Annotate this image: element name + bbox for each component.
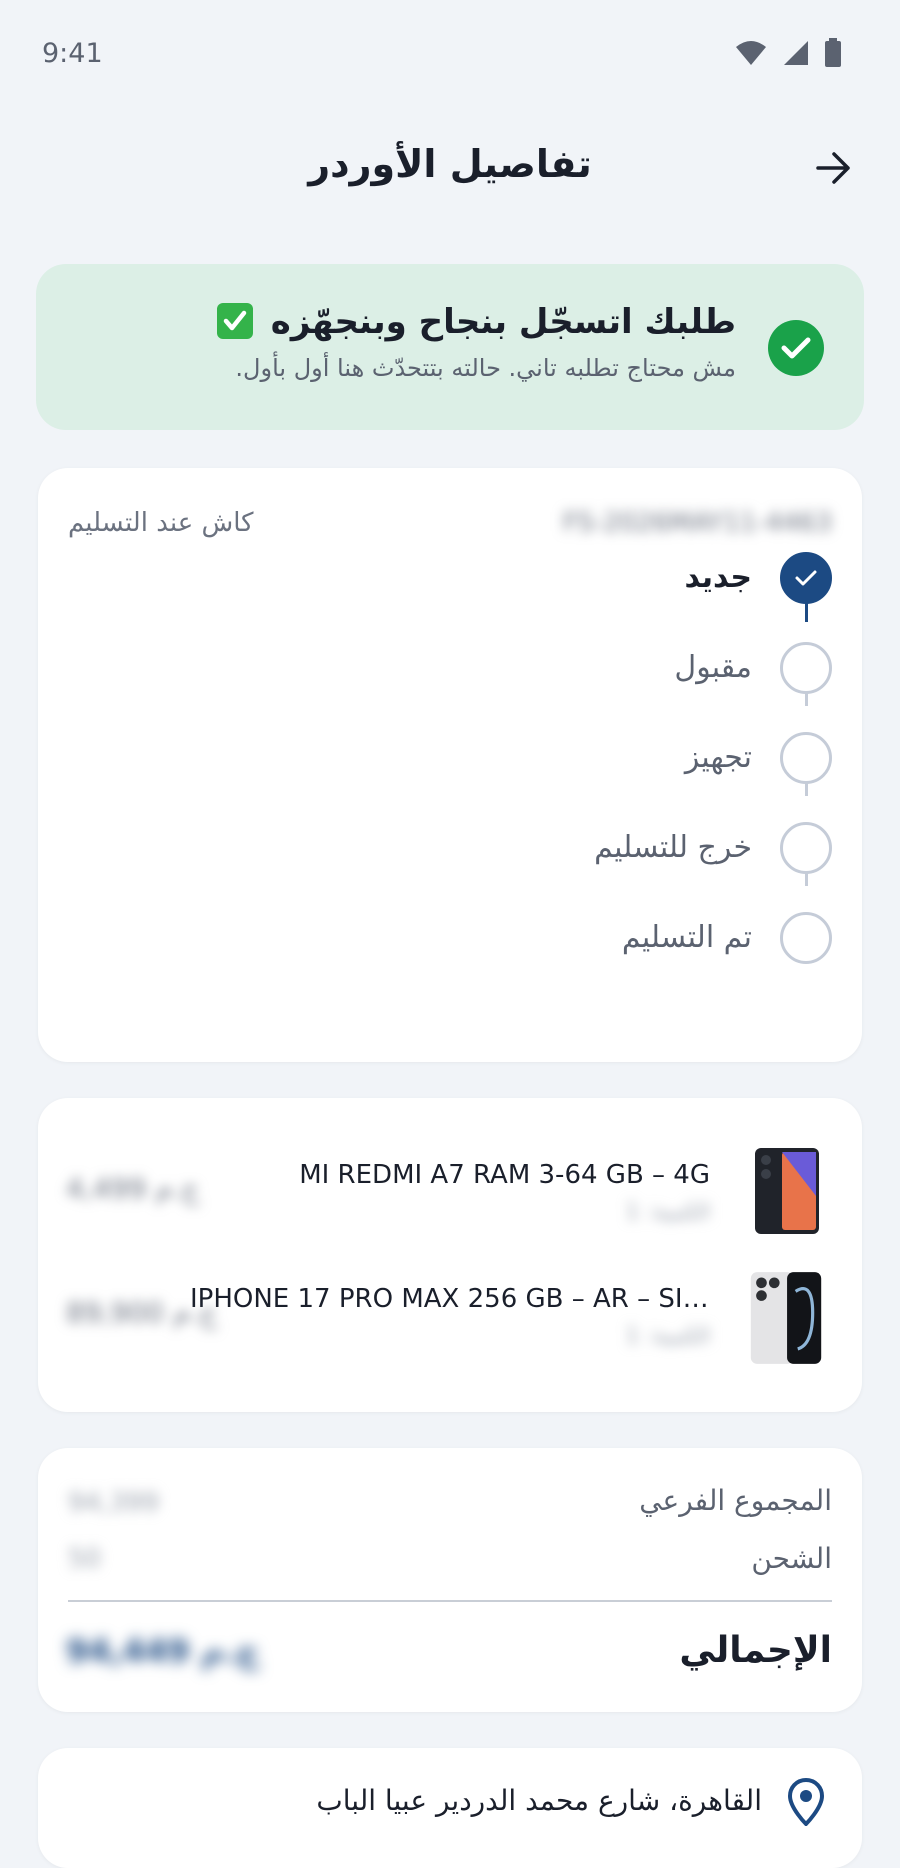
timeline-step-out-for-delivery: خرج للتسليم bbox=[432, 822, 832, 910]
timeline-step-label: مقبول bbox=[674, 650, 752, 685]
wifi-icon bbox=[736, 41, 766, 65]
product-image bbox=[755, 1148, 819, 1234]
back-button[interactable] bbox=[808, 142, 860, 194]
banner-text: طلبك اتسجّل بنجاح وبنجهّزه مش محتاج تطلب… bbox=[216, 302, 736, 382]
step-done-icon bbox=[780, 552, 832, 604]
status-icons bbox=[734, 38, 842, 68]
timeline-step-label: جديد bbox=[684, 560, 752, 595]
timeline-step-new: جديد bbox=[432, 552, 832, 640]
success-banner: طلبك اتسجّل بنجاح وبنجهّزه مش محتاج تطلب… bbox=[36, 264, 864, 430]
subtotal-label: المجموع الفرعي bbox=[639, 1484, 832, 1517]
order-id: FS-2026MAY11-4463 bbox=[562, 508, 832, 538]
step-pending-icon bbox=[780, 912, 832, 964]
product-quantity: الكمية: 1 bbox=[625, 1200, 710, 1225]
status-bar: 9:41 bbox=[0, 0, 900, 100]
product-price: 4,499 ج.م bbox=[66, 1172, 200, 1205]
order-item[interactable]: MI REDMI A7 RAM 3-64 GB – 4G الكمية: 1 4… bbox=[38, 1146, 862, 1246]
product-quantity: الكمية: 1 bbox=[625, 1324, 710, 1349]
location-pin-icon bbox=[787, 1778, 825, 1826]
product-price: 89,900 ج.م bbox=[66, 1296, 218, 1329]
order-items-card: MI REDMI A7 RAM 3-64 GB – 4G الكمية: 1 4… bbox=[38, 1098, 862, 1412]
timeline-step-label: تجهيز bbox=[684, 740, 752, 775]
status-time: 9:41 bbox=[42, 38, 103, 69]
product-image bbox=[750, 1272, 822, 1364]
step-pending-icon bbox=[780, 732, 832, 784]
app-bar: تفاصيل الأوردر bbox=[0, 130, 900, 210]
total-label: الإجمالي bbox=[679, 1630, 832, 1671]
order-totals-card: المجموع الفرعي 94,399 الشحن 50 الإجمالي … bbox=[38, 1448, 862, 1712]
product-name: MI REDMI A7 RAM 3-64 GB – 4G bbox=[299, 1160, 710, 1190]
delivery-address-card[interactable]: القاهرة، شارع محمد الدردير عبيا الباب bbox=[38, 1748, 862, 1868]
check-circle-icon bbox=[768, 320, 824, 376]
delivery-address: القاهرة، شارع محمد الدردير عبيا الباب bbox=[316, 1784, 762, 1817]
banner-title: طلبك اتسجّل بنجاح وبنجهّزه bbox=[216, 302, 736, 342]
banner-subtitle: مش محتاج تطلبه تاني. حالته بتتحدّث هنا أ… bbox=[235, 354, 736, 382]
timeline-step-delivered: تم التسليم bbox=[432, 912, 832, 1000]
banner-title-text: طلبك اتسجّل بنجاح وبنجهّزه bbox=[270, 302, 736, 342]
timeline-step-label: تم التسليم bbox=[621, 920, 752, 955]
timeline-step-accepted: مقبول bbox=[432, 642, 832, 730]
check-mark-emoji-icon bbox=[216, 303, 253, 339]
cellular-signal-icon bbox=[784, 41, 808, 65]
step-pending-icon bbox=[780, 822, 832, 874]
product-name: IPHONE 17 PRO MAX 256 GB – AR – SIL... bbox=[190, 1284, 710, 1314]
order-status-card: كاش عند التسليم FS-2026MAY11-4463 جديد م… bbox=[38, 468, 862, 1062]
totals-divider bbox=[68, 1600, 832, 1602]
payment-method: كاش عند التسليم bbox=[68, 508, 254, 538]
shipping-label: الشحن bbox=[751, 1542, 832, 1575]
order-item[interactable]: IPHONE 17 PRO MAX 256 GB – AR – SIL... ا… bbox=[38, 1270, 862, 1370]
timeline-step-label: خرج للتسليم bbox=[594, 830, 752, 865]
arrow-right-icon bbox=[816, 152, 850, 184]
shipping-value: 50 bbox=[68, 1544, 102, 1574]
subtotal-value: 94,399 bbox=[68, 1488, 159, 1518]
timeline-step-preparing: تجهيز bbox=[432, 732, 832, 820]
battery-icon bbox=[825, 38, 841, 67]
step-pending-icon bbox=[780, 642, 832, 694]
page-title: تفاصيل الأوردر bbox=[308, 142, 592, 186]
total-value: 94,449 ج.م bbox=[66, 1632, 260, 1670]
